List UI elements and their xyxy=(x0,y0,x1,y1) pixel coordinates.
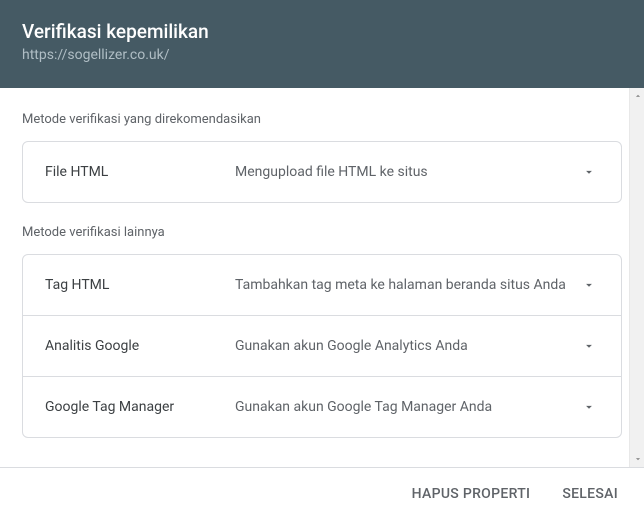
page-title: Verifikasi kepemilikan xyxy=(22,20,622,43)
chevron-down-icon xyxy=(579,397,599,417)
chevron-down-icon xyxy=(579,162,599,182)
method-row-google-analytics[interactable]: Analitis Google Gunakan akun Google Anal… xyxy=(23,315,621,376)
method-name: Google Tag Manager xyxy=(45,399,235,415)
other-methods-card: Tag HTML Tambahkan tag meta ke halaman b… xyxy=(22,254,622,438)
scroll-down-icon[interactable] xyxy=(630,451,644,467)
method-row-google-tag-manager[interactable]: Google Tag Manager Gunakan akun Google T… xyxy=(23,376,621,437)
method-name: Tag HTML xyxy=(45,277,235,293)
scrollbar[interactable] xyxy=(629,88,644,467)
method-desc: Gunakan akun Google Analytics Anda xyxy=(235,338,579,354)
dialog-header: Verifikasi kepemilikan https://sogellize… xyxy=(0,0,644,88)
scroll-up-icon[interactable] xyxy=(630,88,644,104)
remove-property-button[interactable]: HAPUS PROPERTI xyxy=(408,478,535,510)
recommended-methods-card: File HTML Mengupload file HTML ke situs xyxy=(22,141,622,203)
method-desc: Gunakan akun Google Tag Manager Anda xyxy=(235,399,579,415)
dialog-footer: HAPUS PROPERTI SELESAI xyxy=(0,467,644,520)
chevron-down-icon xyxy=(579,275,599,295)
content: Metode verifikasi yang direkomendasikan … xyxy=(0,88,644,467)
other-section-label: Metode verifikasi lainnya xyxy=(22,225,622,240)
property-url: https://sogellizer.co.uk/ xyxy=(22,47,622,63)
scroll-area: Metode verifikasi yang direkomendasikan … xyxy=(0,88,644,467)
method-name: File HTML xyxy=(45,164,235,180)
method-row-html-tag[interactable]: Tag HTML Tambahkan tag meta ke halaman b… xyxy=(23,255,621,315)
method-desc: Mengupload file HTML ke situs xyxy=(235,164,579,180)
recommended-section-label: Metode verifikasi yang direkomendasikan xyxy=(22,112,622,127)
method-desc: Tambahkan tag meta ke halaman beranda si… xyxy=(235,277,579,293)
done-button[interactable]: SELESAI xyxy=(558,478,622,510)
method-row-html-file[interactable]: File HTML Mengupload file HTML ke situs xyxy=(23,142,621,202)
chevron-down-icon xyxy=(579,336,599,356)
method-name: Analitis Google xyxy=(45,338,235,354)
